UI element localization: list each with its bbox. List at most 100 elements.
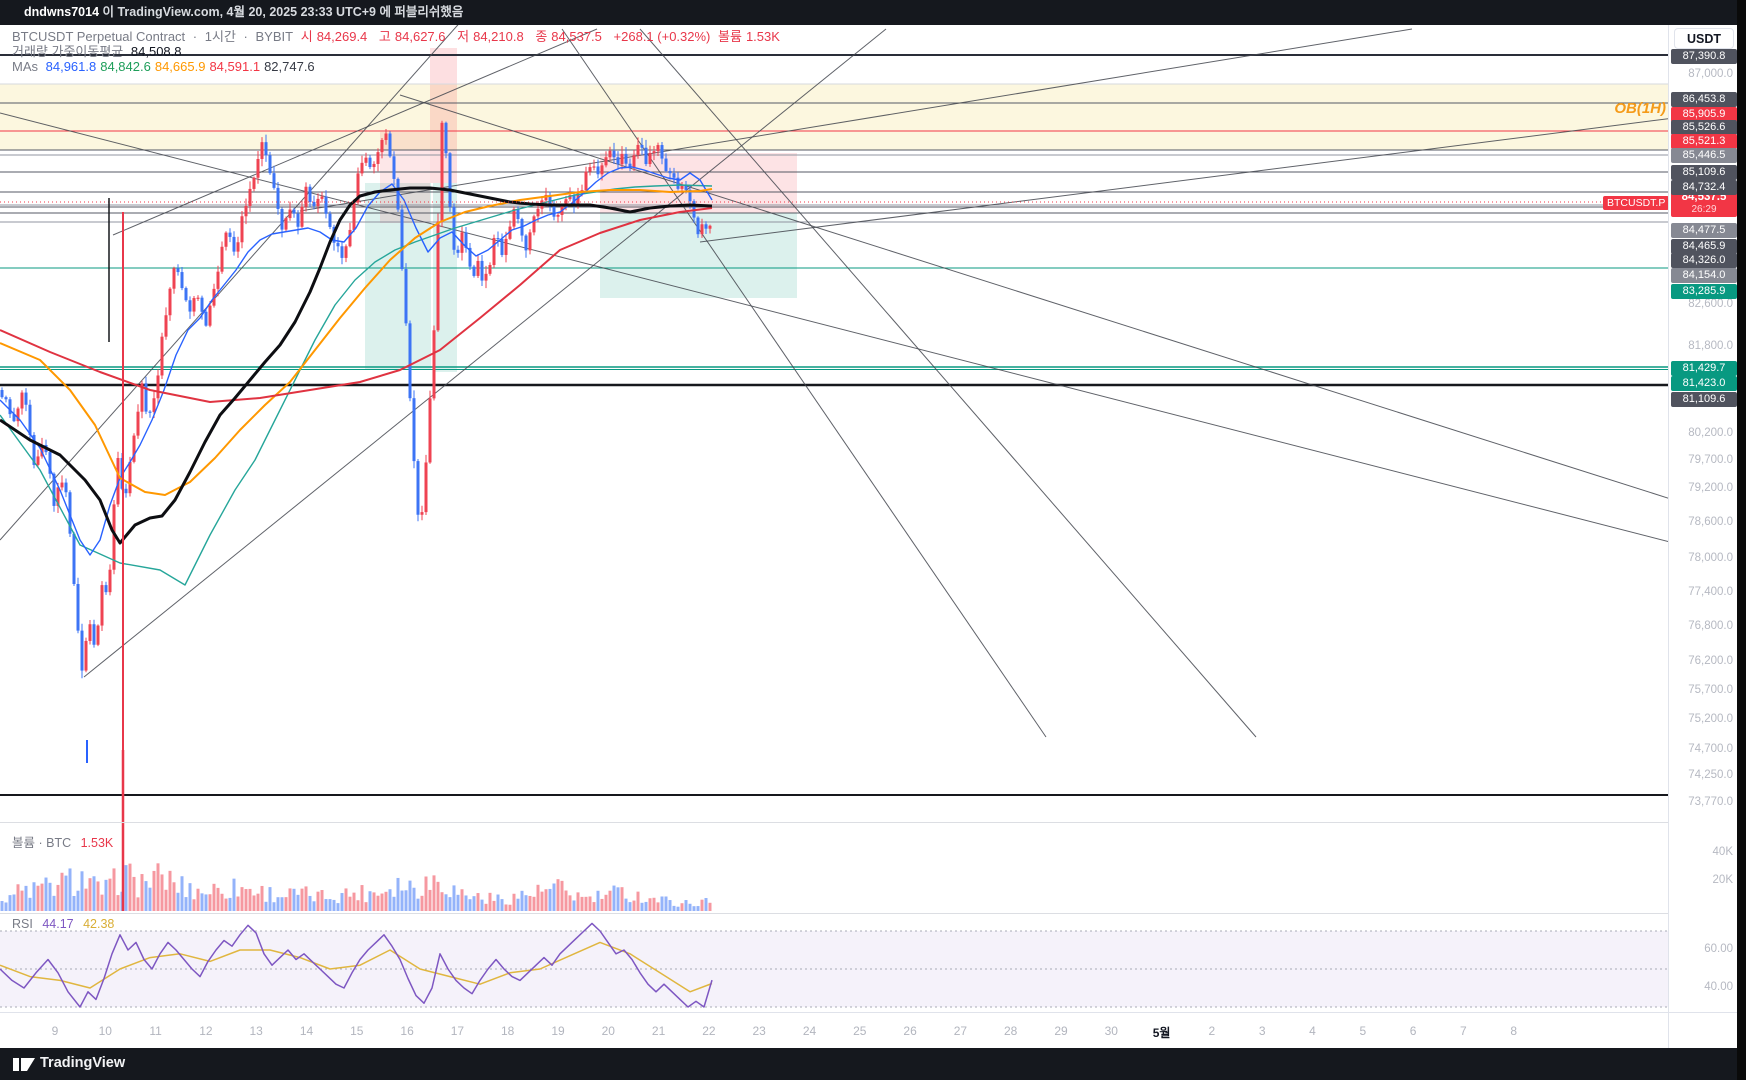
time-axis-border [0, 1012, 1746, 1013]
time-axis-label: 16 [400, 1024, 414, 1038]
time-axis-label: 27 [953, 1024, 968, 1038]
trendline[interactable] [399, 94, 1674, 500]
price-level-label: 85,526.6 [1671, 119, 1737, 135]
time-axis-label: 9 [51, 1024, 59, 1038]
price-level-label: 83,285.9 [1671, 283, 1737, 299]
rsi-value: 44.17 [42, 917, 74, 931]
legend-symbol-row[interactable]: BTCUSDT Perpetual Contract · 1시간 · BYBIT… [12, 30, 788, 44]
volume-pane-legend[interactable]: 볼륨 · BTC 1.53K [12, 832, 113, 851]
price-axis-tick: 79,700.0 [1688, 454, 1733, 466]
pane-divider-volume[interactable] [0, 822, 1668, 823]
symbol-title: BTCUSDT Perpetual Contract [12, 29, 186, 44]
exchange-label: BYBIT [255, 29, 294, 44]
separator: · [243, 29, 248, 44]
window-edge [1737, 0, 1746, 1080]
time-axis-label: 13 [249, 1024, 263, 1038]
time-axis-label: 5월 [1152, 1026, 1171, 1040]
indicator-axis-tick: 40K [1712, 846, 1733, 858]
time-axis-label: 23 [752, 1024, 766, 1038]
vwma-label: 거래량 가중이동평균 [12, 44, 124, 59]
price-level-label: 85,446.5 [1671, 147, 1737, 163]
ohlc-open: 시 84,269.4 [300, 29, 368, 44]
footer-brand[interactable]: TradingView [40, 1055, 125, 1071]
orderblock-annotation[interactable]: OB(1H) [1590, 100, 1666, 117]
price-axis-tick: 81,800.0 [1688, 340, 1733, 352]
time-axis-label: 26 [903, 1024, 917, 1038]
time-axis-label: 17 [450, 1024, 465, 1038]
time-axis-label: 11 [149, 1024, 162, 1038]
rsi-pane-legend[interactable]: RSI 44.17 42.38 [12, 917, 114, 931]
currency-toggle-button[interactable]: USDT [1674, 28, 1734, 49]
price-axis-tick: 79,200.0 [1688, 482, 1733, 494]
price-level-label: 85,109.6 [1671, 164, 1737, 180]
price-axis-tick: 80,200.0 [1688, 427, 1733, 439]
time-axis-label: 14 [299, 1024, 314, 1038]
separator: · [192, 29, 198, 44]
volume-inline: 볼륨 1.53K [718, 29, 780, 44]
price-axis-tick: 77,400.0 [1688, 586, 1733, 598]
mas-label: MAs [12, 59, 38, 74]
legend-mas-row[interactable]: MAs 84,961.8 84,842.6 84,665.9 84,591.1 82,7… [12, 60, 788, 74]
time-axis-label: 25 [853, 1024, 867, 1038]
time-axis-label: 18 [501, 1024, 515, 1038]
tradingview-logo-icon[interactable] [12, 1054, 38, 1074]
interval-label: 1시간 [204, 29, 236, 44]
price-level-label: 81,109.6 [1671, 391, 1737, 407]
time-axis-label: 22 [702, 1024, 716, 1038]
price-axis-tick: 82,600.0 [1688, 298, 1733, 310]
rsi-pane[interactable] [0, 922, 1668, 1008]
price-axis-tick: 74,700.0 [1688, 743, 1733, 755]
bar-countdown: 26:29 [1691, 204, 1717, 215]
time-axis-label: 24 [802, 1024, 817, 1038]
time-axis-label: 7 [1460, 1024, 1467, 1038]
zone-ob-band[interactable] [0, 84, 1668, 150]
rsi-pane-title: RSI [12, 917, 33, 931]
change-value: +268.1 (+0.32%) [613, 29, 711, 44]
ohlc-close: 종 84,537.5 [535, 29, 602, 44]
main-pane[interactable] [0, 0, 1674, 796]
time-axis-label: 10 [98, 1024, 112, 1038]
volume-pane[interactable] [0, 863, 712, 911]
price-level-label: 87,390.8 [1671, 48, 1737, 64]
time-axis-label: 15 [350, 1024, 364, 1038]
ma-value: 84,665.9 [154, 59, 206, 74]
price-axis-tick: 73,770.0 [1688, 796, 1733, 808]
price-level-label: 86,453.8 [1671, 91, 1737, 107]
volume-pane-title: 볼륨 · BTC [12, 836, 72, 850]
price-axis-tick: 78,000.0 [1688, 552, 1733, 564]
zone-supply-left[interactable] [380, 132, 430, 223]
time-axis-label: 12 [199, 1024, 213, 1038]
vwma-value: 84,508.8 [130, 44, 182, 59]
price-axis-tick: 75,700.0 [1688, 684, 1733, 696]
price-axis-border [1668, 25, 1669, 1048]
time-axis-label: 3 [1258, 1024, 1266, 1038]
price-level-label: 81,423.0 [1671, 375, 1737, 391]
chart-canvas[interactable] [0, 0, 1746, 1080]
rsi-signal-value: 42.38 [83, 917, 115, 931]
price-level-label: 84,465.9 [1671, 238, 1737, 254]
price-axis-tick: 76,200.0 [1688, 655, 1733, 667]
ma-value: 84,961.8 [45, 59, 97, 74]
indicator-axis-tick: 60.00 [1704, 943, 1733, 955]
price-axis-tick: 76,800.0 [1688, 620, 1733, 632]
time-axis-label: 28 [1004, 1024, 1018, 1038]
pane-divider-rsi[interactable] [0, 913, 1668, 914]
time-axis-label: 8 [1510, 1024, 1518, 1038]
trendline[interactable] [0, 112, 1674, 543]
time-axis-label: 21 [651, 1024, 666, 1038]
legend-vwma-row[interactable]: 거래량 가중이동평균 84,508.8 [12, 45, 788, 59]
price-level-label: 85,521.3 [1671, 133, 1737, 149]
tradingview-snapshot-page: dndwns7014 이 TradingView.com, 4월 20, 202… [0, 0, 1746, 1080]
price-axis-tick: 87,000.0 [1688, 68, 1733, 80]
time-axis-label: 19 [551, 1024, 565, 1038]
time-axis-label: 30 [1104, 1024, 1118, 1038]
volume-pane-value: 1.53K [80, 836, 114, 850]
time-axis-label: 20 [601, 1024, 615, 1038]
time-axis-label: 4 [1309, 1024, 1316, 1038]
ohlc-low: 저 84,210.8 [457, 29, 524, 44]
price-axis-tick: 74,250.0 [1688, 769, 1733, 781]
ma-value: 84,591.1 [209, 59, 261, 74]
price-level-label: 81,429.7 [1671, 360, 1737, 376]
time-axis-label: 29 [1054, 1024, 1068, 1038]
indicator-axis-tick: 40.00 [1704, 981, 1733, 993]
